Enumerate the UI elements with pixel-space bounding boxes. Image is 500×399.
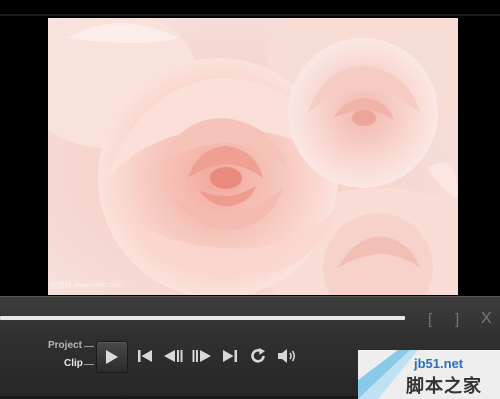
- previous-frame-icon: [164, 350, 183, 362]
- previous-frame-button[interactable]: [161, 346, 185, 366]
- next-frame-icon: [192, 350, 211, 362]
- volume-button[interactable]: [275, 345, 299, 367]
- mode-indicator-line: [84, 346, 94, 347]
- repeat-icon: [251, 348, 265, 363]
- skip-to-start-button[interactable]: [134, 346, 156, 366]
- mark-in-button[interactable]: [: [428, 311, 432, 328]
- mark-out-button[interactable]: ]: [455, 311, 459, 328]
- next-frame-button[interactable]: [190, 346, 214, 366]
- preview-top-divider: [0, 14, 500, 16]
- preview-panel: 昵图网 www.nipic.com: [0, 0, 500, 296]
- progress-track[interactable]: [0, 316, 405, 320]
- skip-to-start-icon: [138, 350, 152, 362]
- rose-photo: [48, 18, 458, 295]
- skip-to-end-button[interactable]: [219, 346, 241, 366]
- play-icon: [106, 350, 118, 364]
- preview-image: 昵图网 www.nipic.com: [48, 18, 458, 295]
- play-button[interactable]: [96, 341, 128, 373]
- repeat-button[interactable]: [247, 345, 269, 367]
- image-watermark: 昵图网 www.nipic.com: [50, 282, 123, 289]
- media-player-window: 昵图网 www.nipic.com [ ] X Project Clip jb5…: [0, 0, 500, 399]
- site-url: jb51.net: [414, 356, 464, 371]
- mode-indicator-line: [84, 364, 94, 365]
- close-icon[interactable]: X: [481, 310, 492, 328]
- mode-project-toggle[interactable]: Project: [48, 340, 82, 351]
- scrub-bar: [ ] X: [0, 296, 500, 341]
- mode-clip-toggle[interactable]: Clip: [64, 358, 83, 369]
- skip-to-end-icon: [223, 350, 237, 362]
- site-name: 脚本之家: [406, 376, 482, 397]
- site-watermark: jb51.net 脚本之家: [358, 350, 500, 399]
- volume-icon: [278, 349, 296, 363]
